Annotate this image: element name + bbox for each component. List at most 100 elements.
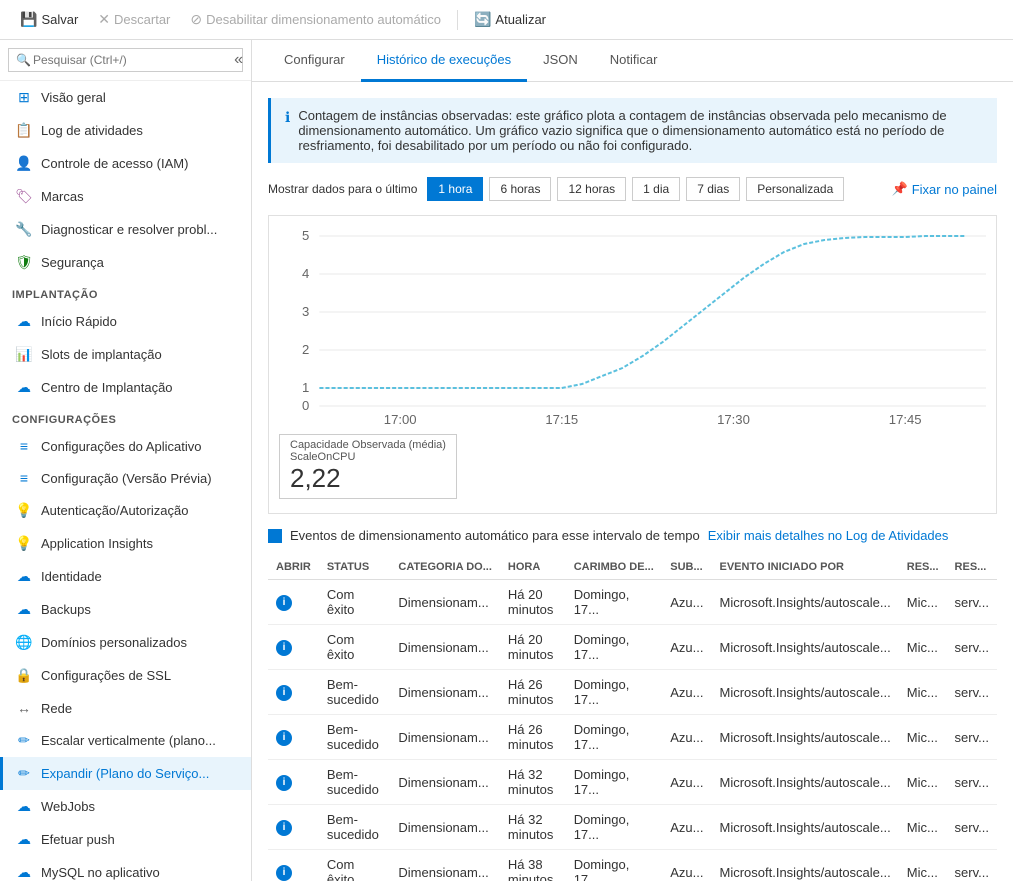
sidebar-item-config-aplicativo[interactable]: ≡ Configurações do Aplicativo	[0, 430, 251, 462]
main-layout: 🔍 « ⊞ Visão geral 📋 Log de atividades 👤 …	[0, 40, 1013, 881]
section-implantacao: Implantação	[0, 279, 251, 305]
config-preview-icon: ≡	[15, 470, 33, 486]
sidebar-item-efetuar-push[interactable]: ☁ Efetuar push	[0, 823, 251, 856]
sidebar-item-visao-geral[interactable]: ⊞ Visão geral	[0, 81, 251, 114]
table-row: i Com êxito Dimensionam... Há 38 minutos…	[268, 850, 997, 881]
sidebar-item-backups[interactable]: ☁ Backups	[0, 593, 251, 626]
sidebar-item-diagnosticar[interactable]: 🔧 Diagnosticar e resolver probl...	[0, 213, 251, 246]
auth-icon: 💡	[15, 502, 33, 519]
discard-icon: ✕	[98, 11, 110, 28]
diagnose-icon: 🔧	[15, 221, 33, 238]
scale-up-icon: ✏	[15, 732, 33, 749]
tab-notificar[interactable]: Notificar	[594, 40, 674, 82]
sidebar-collapse-button[interactable]: «	[234, 51, 243, 69]
pin-icon: 📌	[892, 181, 908, 197]
svg-text:0: 0	[302, 398, 309, 413]
row-info-icon[interactable]: i	[276, 685, 292, 701]
iam-icon: 👤	[15, 155, 33, 172]
info-icon: ℹ	[285, 109, 290, 126]
time-btn-7d[interactable]: 7 dias	[686, 177, 740, 201]
svg-text:1: 1	[302, 380, 309, 395]
pin-button[interactable]: 📌 Fixar no painel	[892, 181, 997, 197]
time-btn-custom[interactable]: Personalizada	[746, 177, 844, 201]
sidebar-item-autenticacao[interactable]: 💡 Autenticação/Autorização	[0, 494, 251, 527]
time-filter: Mostrar dados para o último 1 hora 6 hor…	[268, 177, 997, 201]
save-button[interactable]: 💾 Salvar	[12, 7, 86, 32]
events-header: Eventos de dimensionamento automático pa…	[268, 528, 997, 543]
sidebar-item-inicio-rapido[interactable]: ☁ Início Rápido	[0, 305, 251, 338]
time-btn-1h[interactable]: 1 hora	[427, 177, 483, 201]
events-log-link[interactable]: Exibir mais detalhes no Log de Atividade…	[708, 528, 949, 543]
sidebar-item-config-versao[interactable]: ≡ Configuração (Versão Prévia)	[0, 462, 251, 494]
svg-text:17:15: 17:15	[545, 412, 578, 426]
col-sub: SUB...	[662, 555, 711, 580]
sidebar-item-rede[interactable]: ↔ Rede	[0, 692, 251, 724]
svg-text:17:00: 17:00	[384, 412, 417, 426]
expand-icon: ✏	[15, 765, 33, 782]
sidebar-nav: ⊞ Visão geral 📋 Log de atividades 👤 Cont…	[0, 81, 251, 881]
toolbar-separator	[457, 10, 458, 30]
events-indicator	[268, 529, 282, 543]
time-btn-1d[interactable]: 1 dia	[632, 177, 680, 201]
security-icon: 🛡	[15, 254, 33, 271]
disable-autoscale-button[interactable]: ⊘ Desabilitar dimensionamento automático	[182, 7, 449, 32]
sidebar-item-slots[interactable]: 📊 Slots de implantação	[0, 338, 251, 371]
mysql-icon: ☁	[15, 864, 33, 881]
sidebar-item-escalar-vert[interactable]: ✏ Escalar verticalmente (plano...	[0, 724, 251, 757]
tabs-container: Configurar Histórico de execuções JSON N…	[252, 40, 1013, 82]
sidebar-item-seguranca[interactable]: 🛡 Segurança	[0, 246, 251, 279]
row-info-icon[interactable]: i	[276, 865, 292, 881]
tab-historico[interactable]: Histórico de execuções	[361, 40, 527, 82]
refresh-icon: 🔄	[474, 11, 491, 28]
log-icon: 📋	[15, 122, 33, 139]
col-res1: RES...	[899, 555, 947, 580]
svg-text:5: 5	[302, 228, 309, 243]
search-input[interactable]	[8, 48, 243, 72]
info-box: ℹ Contagem de instâncias observadas: est…	[268, 98, 997, 163]
sidebar-item-mysql[interactable]: ☁ MySQL no aplicativo	[0, 856, 251, 881]
network-icon: ↔	[15, 700, 33, 716]
sidebar-item-centro-implantacao[interactable]: ☁ Centro de Implantação	[0, 371, 251, 404]
col-categoria: CATEGORIA DO...	[390, 555, 500, 580]
table-row: i Bem-sucedido Dimensionam... Há 26 minu…	[268, 715, 997, 760]
table-row: i Bem-sucedido Dimensionam... Há 32 minu…	[268, 760, 997, 805]
sidebar-item-webjobs[interactable]: ☁ WebJobs	[0, 790, 251, 823]
tab-json[interactable]: JSON	[527, 40, 594, 82]
col-abrir: ABRIR	[268, 555, 319, 580]
events-table: ABRIR STATUS CATEGORIA DO... HORA CARIMB…	[268, 555, 997, 881]
time-btn-12h[interactable]: 12 horas	[557, 177, 626, 201]
sidebar-item-dominios[interactable]: 🌐 Domínios personalizados	[0, 626, 251, 659]
webjobs-icon: ☁	[15, 798, 33, 815]
row-info-icon[interactable]: i	[276, 730, 292, 746]
disable-icon: ⊘	[190, 11, 202, 28]
chart-legend: Capacidade Observada (média) ScaleOnCPU …	[279, 426, 986, 503]
tab-configurar[interactable]: Configurar	[268, 40, 361, 82]
table-row: i Bem-sucedido Dimensionam... Há 26 minu…	[268, 670, 997, 715]
tags-icon: 🏷	[15, 188, 33, 205]
sidebar-item-expandir[interactable]: ✏ Expandir (Plano do Serviço...	[0, 757, 251, 790]
row-info-icon[interactable]: i	[276, 820, 292, 836]
time-btn-6h[interactable]: 6 horas	[489, 177, 551, 201]
content-area: Configurar Histórico de execuções JSON N…	[252, 40, 1013, 881]
sidebar-item-identidade[interactable]: ☁ Identidade	[0, 560, 251, 593]
content-scroll: ℹ Contagem de instâncias observadas: est…	[252, 82, 1013, 881]
chart-svg: 5 4 3 2 1 0 17:00 17:15 17:30 17:45	[279, 226, 986, 426]
refresh-button[interactable]: 🔄 Atualizar	[466, 7, 554, 32]
svg-text:4: 4	[302, 266, 309, 281]
col-evento: EVENTO INICIADO POR	[712, 555, 899, 580]
sidebar-item-marcas[interactable]: 🏷 Marcas	[0, 180, 251, 213]
sidebar-item-app-insights[interactable]: 💡 Application Insights	[0, 527, 251, 560]
section-configuracoes: Configurações	[0, 404, 251, 430]
row-info-icon[interactable]: i	[276, 640, 292, 656]
col-hora: HORA	[500, 555, 566, 580]
row-info-icon[interactable]: i	[276, 775, 292, 791]
discard-button[interactable]: ✕ Descartar	[90, 7, 178, 32]
sidebar-item-ssl[interactable]: 🔒 Configurações de SSL	[0, 659, 251, 692]
backups-icon: ☁	[15, 601, 33, 618]
save-icon: 💾	[20, 11, 37, 28]
svg-text:2: 2	[302, 342, 309, 357]
app-config-icon: ≡	[15, 438, 33, 454]
sidebar-item-log-atividades[interactable]: 📋 Log de atividades	[0, 114, 251, 147]
row-info-icon[interactable]: i	[276, 595, 292, 611]
sidebar-item-controle-acesso[interactable]: 👤 Controle de acesso (IAM)	[0, 147, 251, 180]
